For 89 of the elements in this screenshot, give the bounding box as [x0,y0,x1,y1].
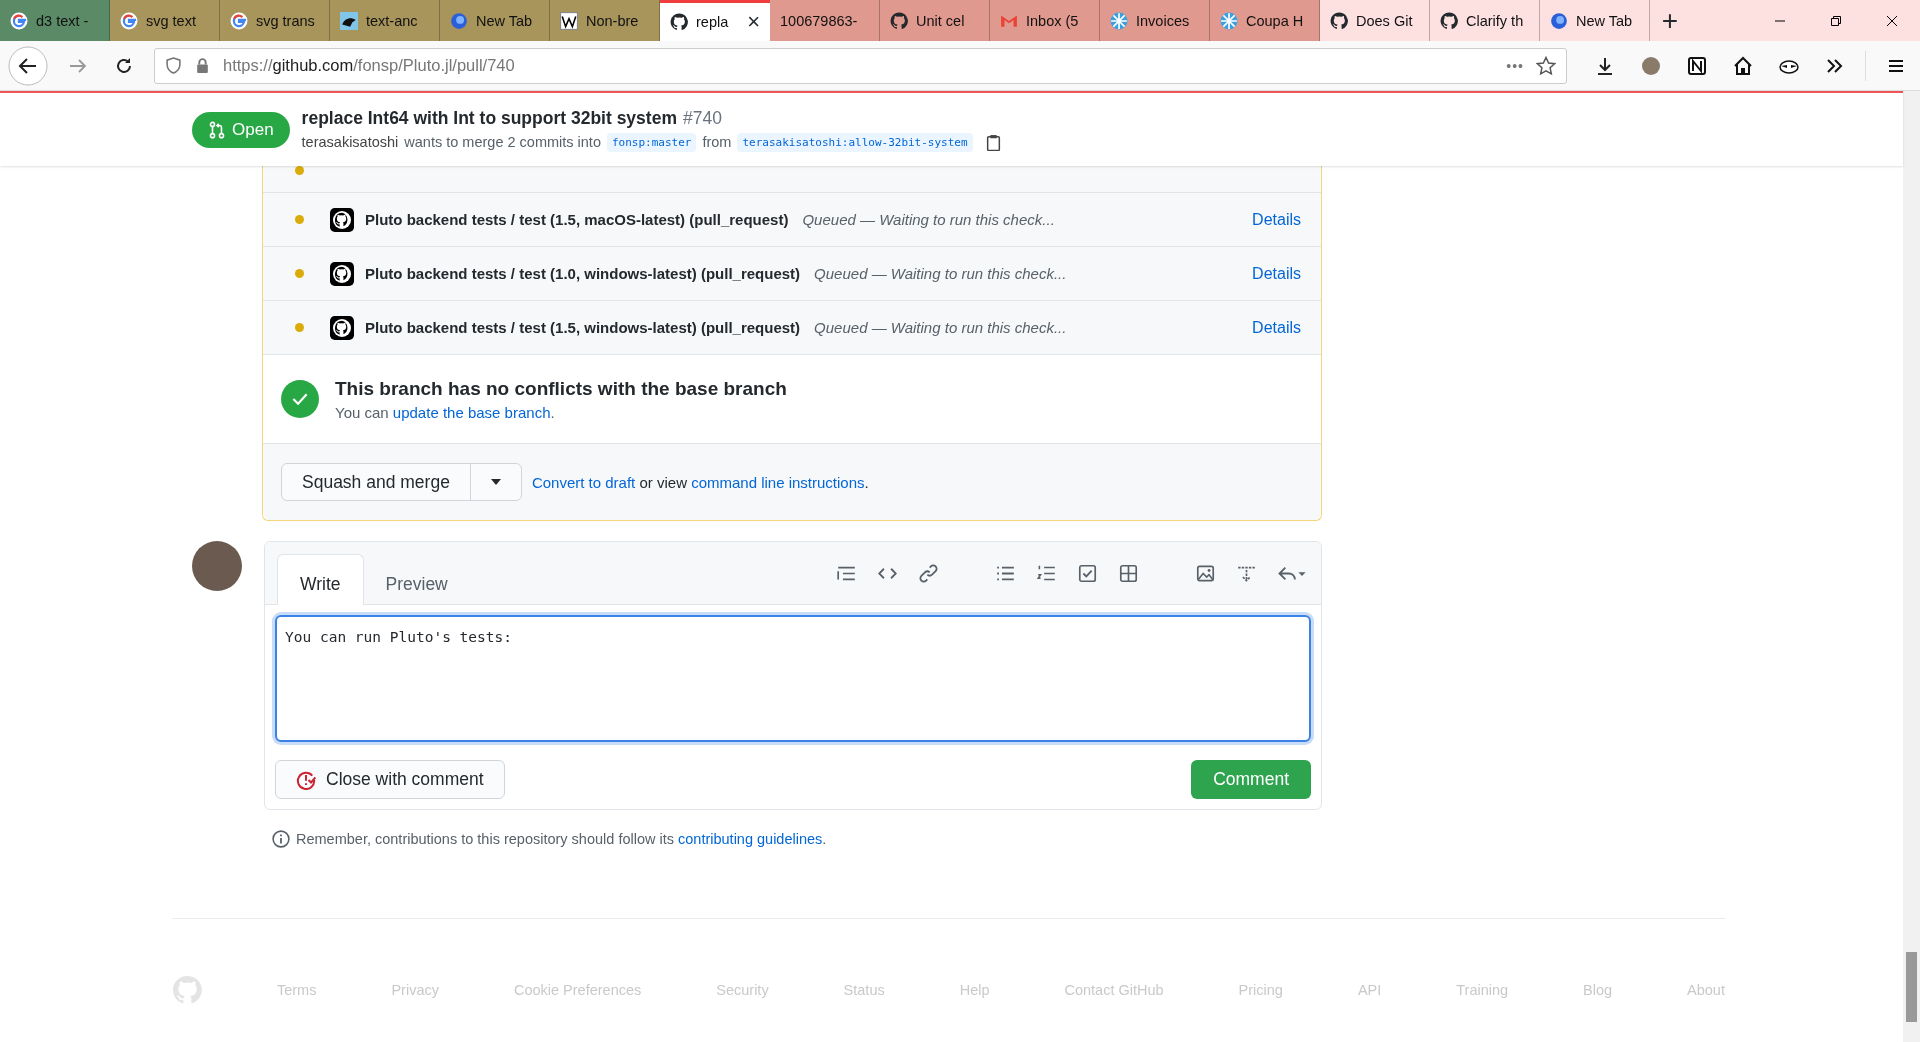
extension-icon[interactable] [1641,55,1661,76]
github-icon [670,13,688,31]
caret-icon [490,479,501,485]
merge-summary: wants to merge 2 commits into [404,134,601,150]
close-with-comment-button[interactable]: Close with comment [275,760,505,799]
page-actions-button[interactable]: ••• [1506,57,1524,74]
details-link[interactable]: Details [1252,318,1301,337]
close-icon[interactable] [1886,14,1898,27]
browser-tab[interactable]: svg text [110,0,220,41]
globe-icon [1550,11,1568,30]
check-circle-icon [281,380,319,418]
star-icon[interactable] [1536,55,1556,76]
browser-tab[interactable]: 100679863- [770,0,880,41]
address-bar[interactable]: https://github.com/fonsp/Pluto.jl/pull/740 ••• [154,47,1567,84]
browser-tab[interactable]: New Tab [440,0,550,41]
lock-icon [194,57,211,74]
branch-status-title: This branch has no conflicts with the base branch [335,377,787,400]
browser-tab[interactable]: repla × [660,0,770,41]
github-icon [1440,11,1458,30]
comment-field[interactable]: You can run Pluto's tests: [275,615,1311,742]
editor-tab[interactable]: Preview [363,558,470,604]
base-branch-label[interactable]: fonsp:master [606,132,697,152]
check-status: Queued — Waiting to run this check... [802,211,1055,228]
github-icon [1330,11,1348,30]
link-icon[interactable] [919,563,938,583]
contributing-reminder: Remember, contributions to this repository should follow its contributing guidelines. [296,831,827,847]
browser-tab[interactable]: Unit cel [880,0,990,41]
wikipedia-icon [560,11,578,30]
browser-tab[interactable]: Non-bre [550,0,660,41]
details-link[interactable]: Details [1252,264,1301,283]
branch-status-text: You can update the base branch. [335,403,556,421]
avatar[interactable] [192,541,242,591]
pr-state-badge: Open [192,111,290,148]
details-link[interactable]: Details [1252,210,1301,229]
github-icon [330,261,354,286]
status-dot [295,269,304,278]
author-link[interactable]: terasakisatoshi [301,134,399,150]
github-icon [330,315,354,340]
globe-icon [450,11,468,30]
command-line-link[interactable]: command line instructions [691,473,865,491]
check-status: Queued — Waiting to run this check... [814,319,1067,336]
pr-number: #740 [682,107,722,128]
info-icon [272,830,290,848]
comment-button[interactable]: Comment [1191,760,1311,799]
google-icon [230,11,248,30]
google-icon [120,11,138,30]
browser-tab[interactable]: Inbox (5 [990,0,1100,41]
check-name: Pluto backend tests / test (1.0, windows-latest) (pull_request) [365,265,801,282]
animal-icon [340,11,358,30]
github-icon [890,11,908,30]
table-icon[interactable] [1119,563,1138,583]
github-icon [330,207,354,232]
url-text: https://github.com/fonsp/Pluto.jl/pull/740 [223,56,516,75]
close-tab-button[interactable]: × [747,11,760,33]
restore-icon[interactable] [1830,14,1842,27]
browser-tab[interactable]: text-anc [330,0,440,41]
update-branch-link[interactable]: update the base branch [392,403,551,421]
browser-tab[interactable]: svg trans [220,0,330,41]
back-icon[interactable] [8,45,48,86]
issue-closed-icon [296,769,316,790]
home-icon[interactable] [1733,55,1753,76]
merge-hint-text: Convert to draft or view command line instructions. [531,473,869,491]
status-dot [295,166,304,175]
download-icon[interactable] [1595,55,1615,76]
new-tab-button[interactable]: + [1650,0,1690,41]
browser-tab[interactable]: Coupa H [1210,0,1320,41]
pull-request-icon [208,120,226,139]
numbered-list-icon[interactable] [1037,563,1056,583]
check-status: Queued — Waiting to run this check... [814,265,1067,282]
browser-tab[interactable]: d3 text - [0,0,110,41]
starburst-icon [1110,11,1128,30]
starburst-icon [1220,11,1238,30]
browser-tab[interactable]: Invoices [1100,0,1210,41]
convert-draft-link[interactable]: Convert to draft [531,473,636,491]
check-name: Pluto backend tests / test (1.5, windows-latest) (pull_request) [365,319,801,336]
task-list-icon[interactable] [1078,563,1097,583]
from-label: from [702,134,732,150]
head-branch-label[interactable]: terasakisatoshi:allow-32bit-system [737,132,973,152]
scrollbar[interactable] [1903,91,1920,1042]
shield-icon [165,57,182,74]
status-dot [295,215,304,224]
notebook-icon[interactable] [1687,55,1707,76]
check-name: Pluto backend tests / test (1.5, macOS-latest) (pull_request) [365,211,789,228]
status-dot [295,323,304,332]
pr-title: replace Int64 with Int to support 32bit system [301,107,677,128]
clipboard-icon[interactable] [984,133,1002,151]
image-icon[interactable] [1196,563,1215,583]
google-icon [10,11,28,30]
editor-tab[interactable]: Write [277,554,364,605]
